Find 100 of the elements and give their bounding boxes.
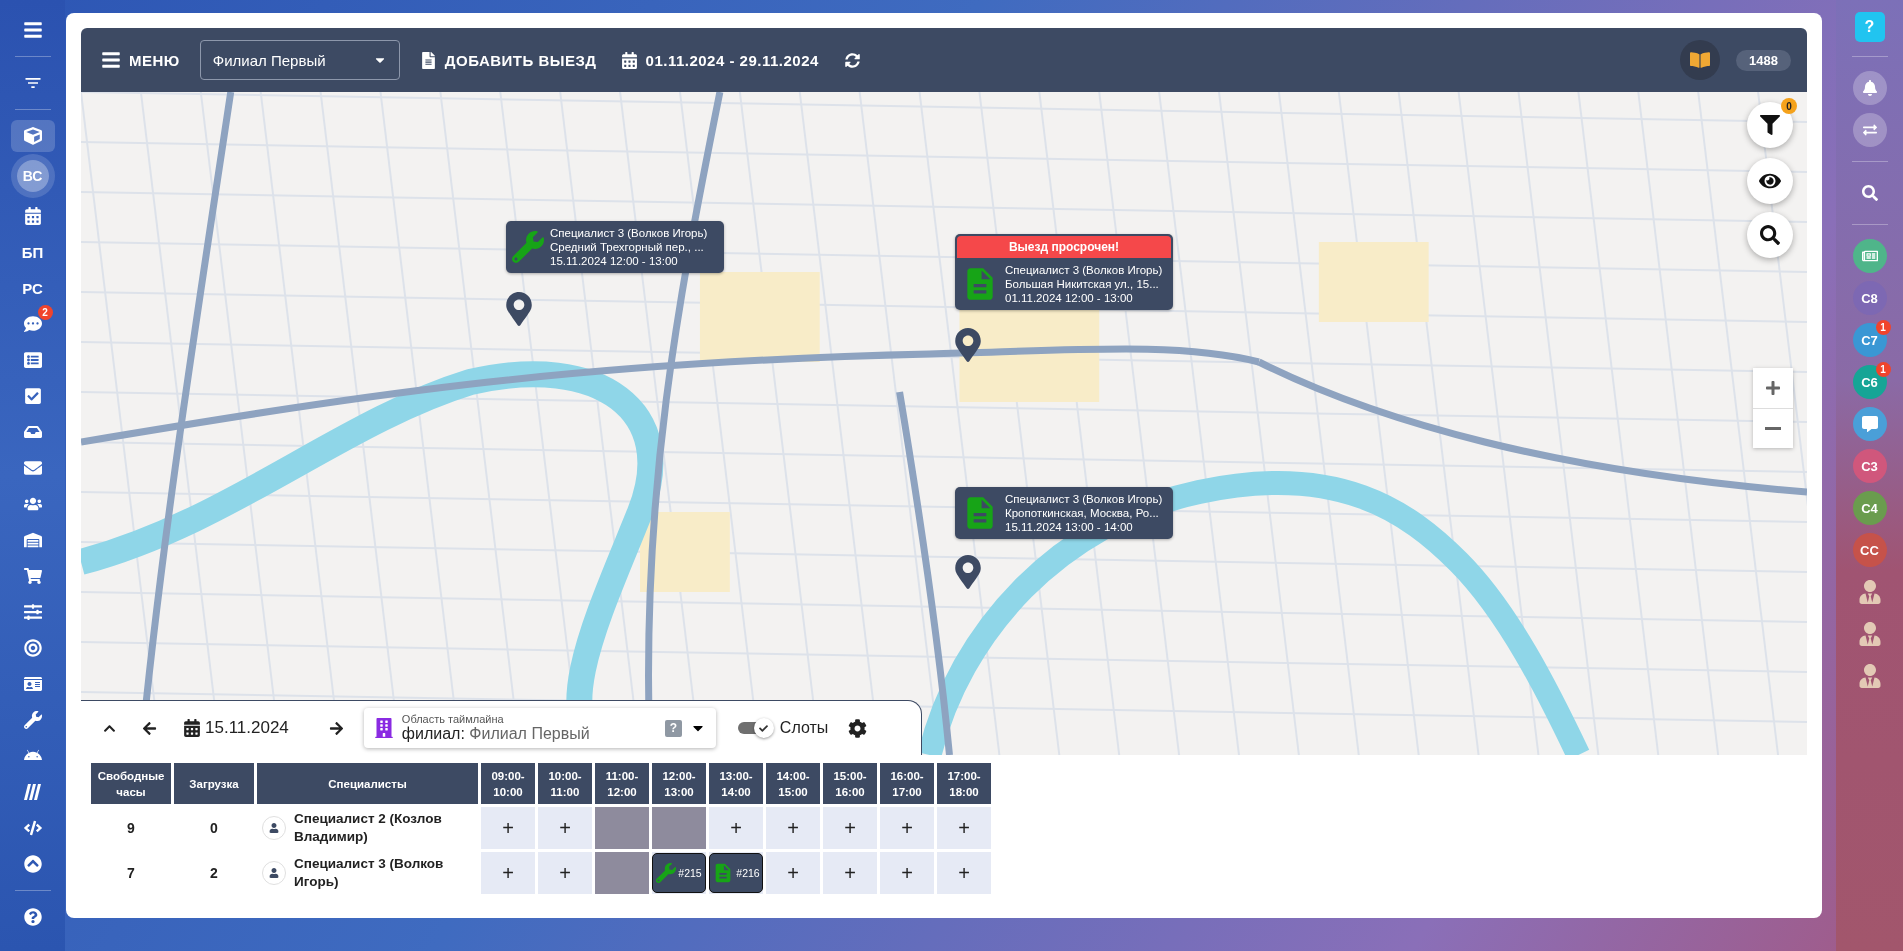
users-icon: [23, 495, 42, 513]
sidebar-button[interactable]: [10, 120, 55, 152]
plus-icon: [1765, 380, 1781, 396]
visit-time: 15.11.2024 13:00 - 14:00: [1005, 520, 1134, 534]
visit-time: 15.11.2024 12:00 - 13:00: [550, 254, 679, 268]
refresh-icon: [844, 52, 860, 68]
column-header: 14:00-15:00: [766, 763, 820, 804]
sliders-icon: [23, 603, 42, 621]
newspaper-icon: [1861, 248, 1878, 264]
specialist-name: Специалист 3 (Волков Игорь): [1005, 492, 1163, 506]
free-hours: 9: [127, 820, 135, 836]
column-header: 15:00-16:00: [823, 763, 877, 804]
wrench-icon: [23, 711, 42, 729]
chat-avatar[interactable]: С3: [1852, 449, 1887, 483]
warehouse-icon: [23, 531, 42, 549]
calendar-icon: [620, 51, 638, 69]
notification-badge: 2: [37, 305, 53, 320]
column-header: Свободные часы: [91, 763, 171, 804]
zoom-out-button[interactable]: [1753, 408, 1793, 448]
visit-time: 01.11.2024 12:00 - 13:00: [1005, 291, 1134, 305]
filter-count-badge: 0: [1781, 98, 1797, 114]
sidebar-button[interactable]: 2: [10, 308, 55, 340]
person-icon: [1857, 622, 1882, 646]
field-value: филиал: Филиал Первый: [401, 725, 591, 743]
target-icon: [23, 639, 42, 657]
gear-icon: [848, 718, 868, 738]
check-icon: [759, 723, 769, 733]
id-card-icon: [23, 675, 42, 693]
visit-popup[interactable]: Выезд просрочен! Специалист 3 (Волков Игорь) Большая Никитская ул., 15... 01.11.2024 12:00 - 13:00: [955, 234, 1173, 310]
minus-icon: [1765, 427, 1781, 430]
load-count: 2: [210, 865, 218, 881]
arrow-left-icon: [142, 720, 157, 736]
menu-icon: [101, 50, 121, 70]
visit-address: Кропоткинская, Москва, Ро...: [1005, 506, 1160, 520]
visit-popup[interactable]: Специалист 3 (Волков Игорь) Кропоткинская, Москва, Ро... 15.11.2024 13:00 - 14:00: [955, 487, 1173, 539]
toggle-label: Слоты: [779, 719, 829, 737]
calendar-icon: [23, 207, 42, 225]
column-header: 10:00-11:00: [538, 763, 592, 804]
help-icon: [23, 908, 42, 926]
column-header: 09:00-10:00: [481, 763, 535, 804]
menu-button[interactable]: МЕНЮ: [97, 46, 184, 74]
column-header: Специалисты: [257, 763, 478, 804]
specialist-name: Специалист 3 (Волков Игорь): [550, 226, 708, 240]
column-header: Загрузка: [174, 763, 254, 804]
chat-icon: [23, 315, 42, 333]
branch-select[interactable]: Филиал Первый: [199, 40, 400, 80]
column-header: 16:00-17:00: [880, 763, 934, 804]
chat-avatar[interactable]: [1852, 407, 1887, 441]
free-hours: 7: [127, 865, 135, 881]
filter-icon: [1760, 115, 1780, 135]
search-icon: [1760, 225, 1780, 245]
add-visit-button[interactable]: ДОБАВИТЬ ВЫЕЗД: [415, 47, 601, 73]
wrench-icon: [512, 231, 544, 263]
wrench-icon: [656, 863, 677, 883]
stripes-logo-icon: [23, 784, 42, 800]
chevron-up-icon: [23, 855, 42, 873]
checkbox-icon: [23, 387, 42, 405]
column-header: 17:00-18:00: [937, 763, 991, 804]
person-icon: [1857, 664, 1882, 688]
slots-toggle[interactable]: [737, 718, 774, 738]
mail-icon: [23, 459, 42, 477]
counter-badge: 1488: [1736, 49, 1791, 71]
book-button[interactable]: [1680, 40, 1721, 80]
sidebar-button[interactable]: [1852, 113, 1887, 147]
column-header: 11:00-12:00: [595, 763, 649, 804]
sidebar-button[interactable]: [1852, 71, 1887, 105]
visit-address: Средний Трехгорный пер., ...: [550, 240, 705, 254]
sidebar-item[interactable]: РС: [10, 272, 55, 304]
specialist-name: Специалист 3 (Волков Игорь): [1005, 263, 1163, 277]
menu-icon: [22, 20, 43, 40]
visit-address: Большая Никитская ул., 15...: [1005, 277, 1160, 291]
visit-popup[interactable]: Специалист 3 (Волков Игорь) Средний Трехгорный пер., ... 15.11.2024 12:00 - 13:00: [506, 221, 724, 273]
building-icon: [373, 718, 394, 738]
visit-slot[interactable]: #216: [709, 853, 763, 893]
blocked-slot: [595, 852, 649, 894]
tray-icon: [23, 423, 42, 441]
load-count: 0: [210, 820, 218, 836]
person-icon: [1857, 580, 1882, 604]
visit-slot[interactable]: #215: [652, 853, 706, 893]
specialist-name: Специалист 2 (Козлов Владимир): [294, 810, 443, 846]
chat-avatar[interactable]: [1852, 239, 1887, 273]
column-header: 12:00-13:00: [652, 763, 706, 804]
blocked-slot: [595, 807, 649, 849]
code-icon: [23, 819, 42, 837]
sidebar-item[interactable]: БП: [10, 236, 55, 268]
zoom-in-button[interactable]: [1753, 368, 1793, 408]
date-range-button[interactable]: 01.11.2024 - 29.11.2024: [616, 47, 823, 73]
notification-badge: 1: [1875, 320, 1891, 335]
calendar-icon: [183, 719, 201, 737]
blocked-slot: [652, 807, 706, 849]
overdue-alert: Выезд просрочен!: [957, 236, 1171, 258]
scope-select[interactable]: Область таймлайна филиал: Филиал Первый ?: [363, 708, 716, 748]
chat-avatar[interactable]: С8: [1852, 281, 1887, 315]
specialist-name: Специалист 3 (Волков Игорь): [294, 855, 445, 891]
search-icon: [1861, 185, 1878, 201]
date-picker[interactable]: 15.11.2024: [177, 717, 295, 739]
arrows-icon: [1862, 123, 1877, 137]
notification-badge: 1: [1875, 362, 1891, 377]
bell-icon: [1861, 80, 1878, 96]
chat-avatar[interactable]: СС: [1852, 533, 1887, 567]
